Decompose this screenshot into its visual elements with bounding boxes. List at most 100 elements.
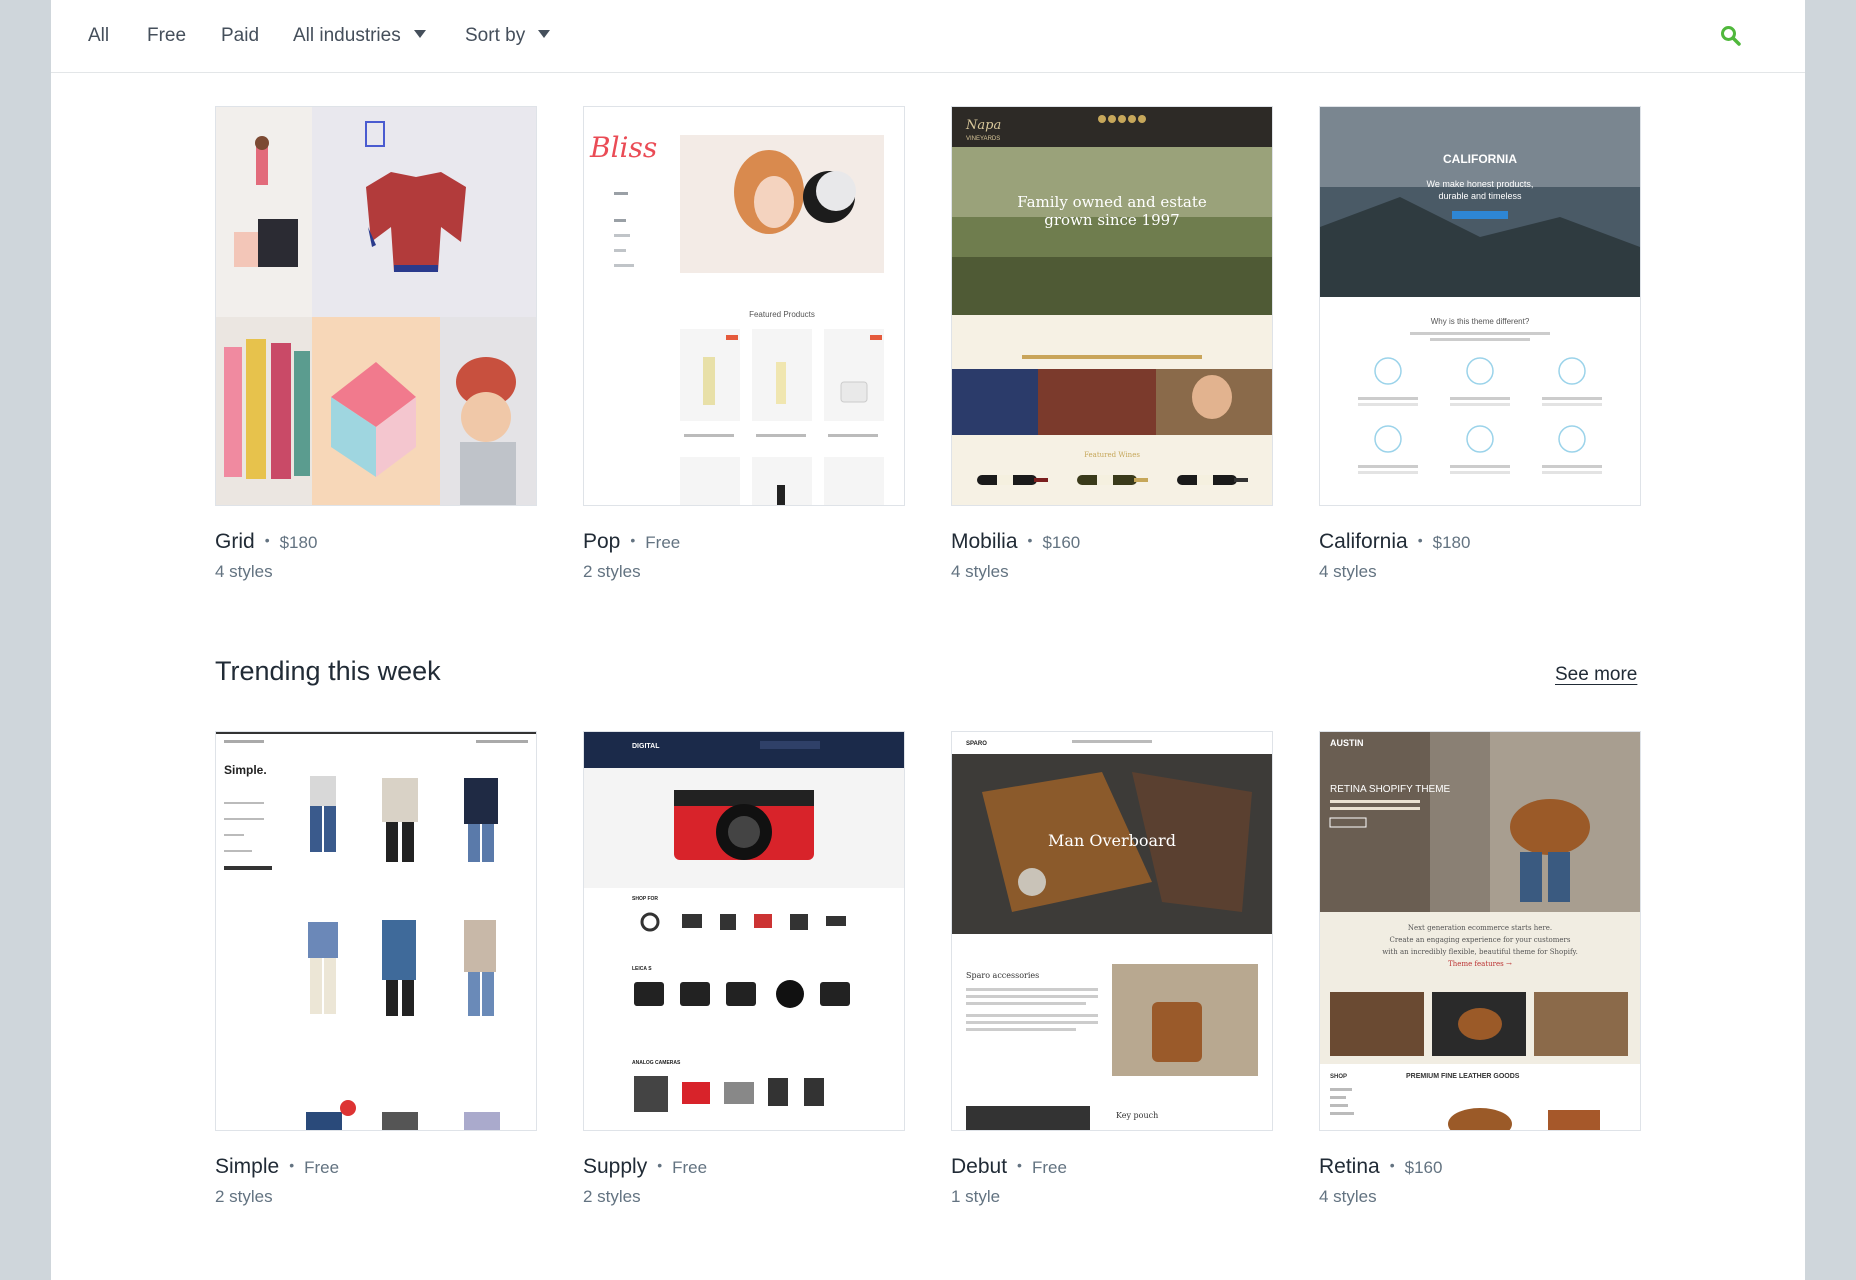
theme-title-california: California • $180: [1319, 528, 1641, 556]
supply-preview-image: DIGITAL SHOP FOR LEICA S ANALOG CAMERAS: [584, 732, 904, 1130]
simple-logo-text: Simple.: [224, 763, 267, 777]
debut-hero-title: Man Overboard: [1048, 831, 1176, 850]
theme-card-supply[interactable]: DIGITAL SHOP FOR LEICA S ANALOG CAMERAS …: [583, 731, 905, 1207]
simple-preview-image: Simple.: [216, 732, 536, 1130]
theme-styles-count: 4 styles: [1319, 1187, 1377, 1206]
pop-section-heading: Featured Products: [749, 310, 815, 319]
theme-price: $180: [1432, 533, 1471, 552]
separator-dot: •: [1417, 532, 1423, 548]
california-title: CALIFORNIA: [1443, 152, 1517, 166]
grid-preview-image: [216, 107, 536, 505]
filter-bar: All Free Paid All industries Sort by: [51, 0, 1805, 73]
theme-name[interactable]: Debut: [951, 1155, 1007, 1178]
pop-preview-image: Bliss Featured Products: [584, 107, 904, 505]
supply-leica: LEICA S: [632, 966, 652, 972]
theme-price: $180: [279, 533, 318, 552]
theme-card-california[interactable]: CALIFORNIA We make honest products, dura…: [1319, 106, 1641, 582]
theme-card-mobilia[interactable]: Napa VINEYARDS Family owned and estate g…: [951, 106, 1273, 582]
theme-price: Free: [1031, 1158, 1067, 1177]
retina-shop-label: SHOP: [1330, 1074, 1347, 1080]
sort-dropdown[interactable]: Sort by: [465, 25, 551, 47]
theme-preview-simple[interactable]: Simple.: [215, 731, 537, 1131]
theme-price: $160: [1404, 1158, 1443, 1177]
theme-title-debut: Debut • Free: [951, 1153, 1273, 1181]
filter-all[interactable]: All: [88, 25, 109, 47]
theme-styles-count: 1 style: [951, 1187, 1001, 1206]
theme-preview-retina[interactable]: AUSTIN RETINA SHOPIFY THEME Next generat…: [1319, 731, 1641, 1131]
separator-dot: •: [289, 1157, 295, 1173]
theme-title-retina: Retina • $160: [1319, 1153, 1641, 1181]
supply-analog: ANALOG CAMERAS: [632, 1060, 681, 1066]
theme-name[interactable]: Simple: [215, 1155, 279, 1178]
theme-card-grid[interactable]: Grid • $180 4 styles: [215, 106, 537, 582]
retina-theme-link: Theme features →: [1448, 960, 1512, 968]
trending-heading: Trending this week: [215, 656, 441, 686]
theme-styles-count: 4 styles: [215, 562, 273, 581]
pop-logo-text: Bliss: [589, 131, 657, 164]
theme-title-pop: Pop • Free: [583, 528, 905, 556]
theme-price: Free: [645, 533, 681, 552]
retina-text-line-1: Next generation ecommerce starts here.: [1408, 924, 1552, 932]
theme-preview-mobilia[interactable]: Napa VINEYARDS Family owned and estate g…: [951, 106, 1273, 506]
theme-styles-count: 4 styles: [951, 562, 1009, 581]
theme-styles-count: 2 styles: [583, 1187, 641, 1206]
separator-dot: •: [630, 532, 636, 548]
theme-price: Free: [304, 1158, 340, 1177]
retina-goods-heading: PREMIUM FINE LEATHER GOODS: [1406, 1073, 1520, 1080]
search-icon[interactable]: [1719, 24, 1743, 48]
see-more-link[interactable]: See more: [1555, 664, 1637, 686]
chevron-down-icon: [538, 30, 551, 38]
theme-preview-supply[interactable]: DIGITAL SHOP FOR LEICA S ANALOG CAMERAS: [583, 731, 905, 1131]
theme-preview-debut[interactable]: SPARO Man Overboard Sparo accessories Ke…: [951, 731, 1273, 1131]
theme-preview-grid[interactable]: [215, 106, 537, 506]
california-why-heading: Why is this theme different?: [1431, 317, 1530, 326]
theme-price: $160: [1042, 533, 1081, 552]
mobilia-preview-image: Napa VINEYARDS Family owned and estate g…: [952, 107, 1272, 505]
filter-paid[interactable]: Paid: [221, 25, 259, 47]
california-tagline-2: durable and timeless: [1438, 191, 1522, 201]
supply-shop-for: SHOP FOR: [632, 896, 658, 902]
theme-title-grid: Grid • $180: [215, 528, 537, 556]
mobilia-hero-line-1: Family owned and estate: [1017, 193, 1207, 211]
theme-card-debut[interactable]: SPARO Man Overboard Sparo accessories Ke…: [951, 731, 1273, 1207]
industries-dropdown[interactable]: All industries: [293, 25, 426, 47]
theme-name[interactable]: Supply: [583, 1155, 647, 1178]
mobilia-featured-heading: Featured Wines: [1084, 451, 1140, 459]
theme-preview-california[interactable]: CALIFORNIA We make honest products, dura…: [1319, 106, 1641, 506]
mobilia-logo-sub: VINEYARDS: [966, 136, 1000, 142]
theme-price: Free: [672, 1158, 708, 1177]
theme-card-simple[interactable]: Simple. Simple • Free 2 styles: [215, 731, 537, 1207]
separator-dot: •: [264, 532, 270, 548]
theme-preview-pop[interactable]: Bliss Featured Products: [583, 106, 905, 506]
theme-title-simple: Simple • Free: [215, 1153, 537, 1181]
theme-name[interactable]: Retina: [1319, 1155, 1380, 1178]
themes-panel: All Free Paid All industries Sort by Gri…: [51, 0, 1805, 1280]
theme-name[interactable]: Mobilia: [951, 530, 1018, 553]
california-tagline-1: We make honest products,: [1427, 179, 1534, 189]
theme-card-retina[interactable]: AUSTIN RETINA SHOPIFY THEME Next generat…: [1319, 731, 1641, 1207]
retina-preview-image: AUSTIN RETINA SHOPIFY THEME Next generat…: [1320, 732, 1640, 1130]
mobilia-logo-text: Napa: [965, 118, 1001, 133]
theme-name[interactable]: California: [1319, 530, 1408, 553]
theme-styles-count: 4 styles: [1319, 562, 1377, 581]
california-preview-image: CALIFORNIA We make honest products, dura…: [1320, 107, 1640, 505]
theme-title-mobilia: Mobilia • $160: [951, 528, 1273, 556]
debut-preview-image: SPARO Man Overboard Sparo accessories Ke…: [952, 732, 1272, 1130]
theme-title-supply: Supply • Free: [583, 1153, 905, 1181]
theme-card-pop[interactable]: Bliss Featured Products Pop • Free 2 sty…: [583, 106, 905, 582]
retina-hero-title: RETINA SHOPIFY THEME: [1330, 784, 1451, 795]
theme-styles-count: 2 styles: [215, 1187, 273, 1206]
debut-logo-text: SPARO: [966, 741, 987, 747]
separator-dot: •: [1389, 1157, 1395, 1173]
separator-dot: •: [1027, 532, 1033, 548]
theme-name[interactable]: Pop: [583, 530, 620, 553]
retina-text-line-3: with an incredibly flexible, beautiful t…: [1382, 948, 1578, 956]
debut-keypouch-label: Key pouch: [1116, 1111, 1158, 1120]
retina-logo-text: AUSTIN: [1330, 738, 1364, 748]
theme-name[interactable]: Grid: [215, 530, 255, 553]
separator-dot: •: [1017, 1157, 1022, 1173]
filter-free[interactable]: Free: [147, 25, 186, 47]
sort-label: Sort by: [465, 25, 526, 46]
retina-text-line-2: Create an engaging experience for your c…: [1390, 936, 1571, 944]
theme-styles-count: 2 styles: [583, 562, 641, 581]
